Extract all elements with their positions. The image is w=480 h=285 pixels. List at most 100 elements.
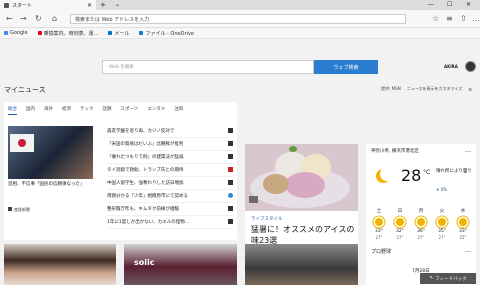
headline-item[interactable]: 「壊れたつもりで刑」の建築法が猛威	[107, 151, 233, 164]
tab-entertainment[interactable]: エンタメ	[147, 106, 165, 115]
story-image[interactable]	[245, 244, 358, 285]
category-tabs: 総合 国内 海外 経済 テック 話題 スポーツ エンタメ 注目	[4, 106, 237, 115]
sun-icon	[438, 218, 446, 226]
minimize-icon[interactable]: —	[428, 1, 434, 8]
camera-icon	[249, 196, 258, 203]
settings-gear-icon[interactable]: ⚙	[468, 87, 472, 92]
web-search-input[interactable]: Web を検索	[102, 60, 314, 74]
tab-featured[interactable]: 注目	[174, 106, 183, 115]
headline-item[interactable]: 「米国の貿易はだいぶ」北朝鮮が批判	[107, 138, 233, 151]
forecast-day[interactable]: 火 35° 27°	[433, 208, 451, 241]
provider-label: 提供: MSN	[381, 86, 401, 91]
sponsor-logo: soiic	[134, 258, 155, 267]
tab-world[interactable]: 海外	[44, 106, 53, 115]
ice-cream-image	[245, 144, 358, 211]
address-toolbar: ← → ↻ ⌂ 検索または Web アドレスを入力 ☆ ≡ ⇧ …	[0, 10, 480, 28]
title-bar: スタート ✕ + ⌄ — ☐ ✕	[0, 0, 480, 10]
source-logo-icon	[228, 167, 233, 172]
hub-icon[interactable]: ≡	[446, 14, 453, 23]
forecast-day[interactable]: 日 32° 27°	[391, 208, 409, 241]
tab-close-icon[interactable]: ✕	[87, 2, 92, 9]
moon-icon	[376, 167, 394, 183]
source-logo-icon	[228, 141, 233, 146]
msn-start-page: Web を検索 ウェブ検索 AKIRA マイニュース 提供: MSN ニュースを…	[0, 40, 480, 285]
source-logo-icon	[228, 180, 233, 185]
tab-economy[interactable]: 経済	[62, 106, 71, 115]
tab-title: スタート	[12, 2, 33, 9]
more-icon[interactable]: …	[472, 14, 480, 23]
source-logo-icon	[228, 193, 233, 198]
flag-image	[10, 134, 34, 152]
lead-story-image[interactable]	[8, 126, 93, 179]
headline-item[interactable]: 整形騒ぎ昨も、キムタク前線が相騒	[107, 203, 233, 216]
maximize-icon[interactable]: ☐	[447, 1, 452, 8]
source-logo-icon	[228, 219, 233, 224]
lead-story-source: 産経新聞	[14, 207, 30, 212]
source-logo-icon	[228, 154, 233, 159]
avatar[interactable]	[465, 61, 476, 72]
source-logo-icon	[228, 206, 233, 211]
close-window-icon[interactable]: ✕	[466, 1, 471, 8]
customize-link[interactable]: ニュースを表示をカスタマイズ	[407, 86, 463, 92]
weather-location: 神奈川県, 横浜市港北区	[371, 149, 419, 154]
headline-item[interactable]: 森友学園を巡り再、カジノ反対で	[107, 125, 233, 138]
news-card: 総合 国内 海外 経済 テック 話題 スポーツ エンタメ 注目 首相、不信事「国…	[4, 102, 237, 240]
lead-story-title[interactable]: 首相、不信事「国民の信頼損なった」	[8, 182, 93, 188]
headline-list: 森友学園を巡り再、カジノ反対で 「米国の貿易はだいぶ」北朝鮮が批判 「壊れたつも…	[107, 125, 233, 229]
favorite-star-icon[interactable]: ☆	[432, 14, 439, 23]
sun-icon	[417, 218, 425, 226]
story-image[interactable]: soiic	[124, 244, 237, 285]
google-icon	[4, 31, 8, 35]
forecast-day[interactable]: 土 33° 27°	[370, 208, 388, 241]
feedback-button[interactable]: ✎ フィードバック	[420, 273, 476, 284]
web-search-button[interactable]: ウェブ検索	[314, 60, 378, 74]
tab-start[interactable]: スタート ✕	[0, 0, 96, 10]
sun-icon	[459, 218, 467, 226]
favorites-bar: Google 乗換案内、時刻表、運... メール ファイル - OneDrive	[0, 28, 480, 39]
source-logo-icon	[228, 128, 233, 133]
sun-icon	[396, 218, 404, 226]
fav-google[interactable]: Google	[4, 30, 28, 36]
featured-title[interactable]: 猛暑に！オススメのアイスの味23選	[251, 224, 355, 246]
back-icon[interactable]: ←	[6, 14, 13, 23]
headline-item[interactable]: 中国人留学生、強奪わりした訪日増加	[107, 177, 233, 190]
raindrop-icon: ♦	[436, 187, 440, 192]
more-icon[interactable]: …	[465, 147, 471, 154]
weather-temperature: 28	[401, 166, 422, 185]
headline-item[interactable]: 両親分かる「少年」相模原市にて認める	[107, 190, 233, 203]
address-input[interactable]: 検索または Web アドレスを入力	[70, 14, 406, 24]
forecast-day[interactable]: 水 33° 25°	[454, 208, 472, 241]
sports-title: プロ野球	[371, 249, 392, 255]
rain-chance: ♦ 0%	[436, 187, 448, 192]
weather-unit: °C	[423, 169, 431, 176]
share-icon[interactable]: ⇧	[460, 14, 467, 23]
section-title: マイニュース	[4, 86, 46, 94]
forecast-day[interactable]: 月 36° 27°	[412, 208, 430, 241]
tab-tech[interactable]: テック	[80, 106, 94, 115]
user-name: AKIRA	[444, 64, 458, 69]
headline-item[interactable]: 1年に1度しか出かない、カエルの怪物...	[107, 216, 233, 229]
section-tools: 提供: MSN ニュースを表示をカスタマイズ ⚙	[381, 86, 472, 92]
fav-mail[interactable]: メール	[108, 30, 129, 37]
featured-category[interactable]: ライフスタイル	[251, 216, 283, 222]
tab-topics[interactable]: 話題	[103, 106, 112, 115]
story-image[interactable]	[4, 244, 116, 285]
home-icon[interactable]: ⌂	[52, 14, 57, 23]
yahoo-icon	[37, 31, 42, 35]
forward-icon[interactable]: →	[20, 14, 27, 23]
onedrive-icon	[139, 31, 144, 35]
more-icon[interactable]: …	[465, 247, 471, 254]
weather-description: 晴れ所により曇り	[436, 169, 472, 174]
tab-list-icon[interactable]: ⌄	[115, 1, 120, 8]
fav-transit[interactable]: 乗換案内、時刻表、運...	[37, 30, 98, 37]
headline-item[interactable]: タイ洞窟で救助、トランプ氏との期待	[107, 164, 233, 177]
mail-icon	[108, 31, 113, 35]
feedback-icon: ✎	[429, 276, 434, 281]
tab-general[interactable]: 総合	[8, 106, 17, 115]
new-tab-icon[interactable]: +	[100, 1, 106, 9]
refresh-icon[interactable]: ↻	[35, 14, 42, 23]
tab-domestic[interactable]: 国内	[26, 106, 35, 115]
tab-sports[interactable]: スポーツ	[121, 106, 139, 115]
sun-icon	[375, 218, 383, 226]
fav-onedrive[interactable]: ファイル - OneDrive	[139, 30, 194, 37]
